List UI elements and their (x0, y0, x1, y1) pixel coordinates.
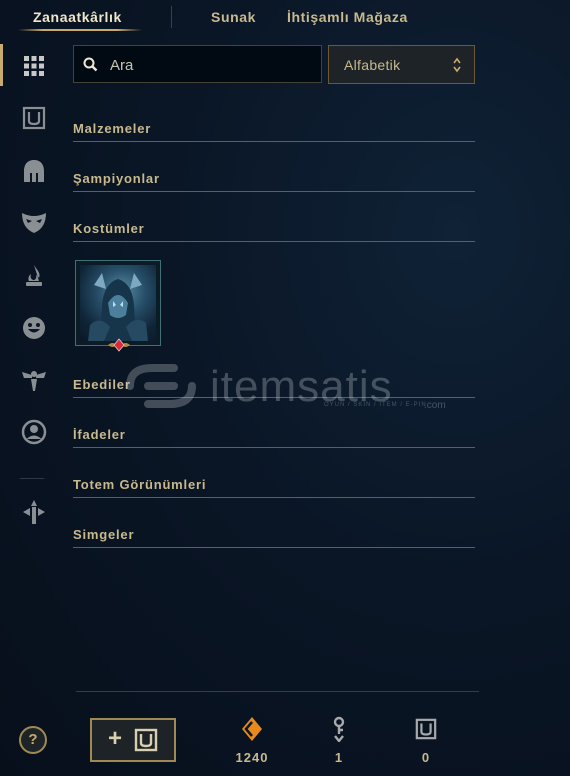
rarity-gem-icon (108, 338, 130, 352)
profile-icon[interactable] (20, 418, 48, 446)
dropdown-arrows-icon (452, 57, 462, 78)
orange-essence-counter: 1240 (222, 714, 282, 765)
ward-icon[interactable] (20, 366, 48, 394)
key-value: 1 (334, 750, 344, 765)
skin-portrait (80, 265, 156, 341)
section-icons[interactable]: Simgeler (73, 525, 475, 548)
top-navigation: Zanaatkârlık Sunak İhtişamlı Mağaza (0, 0, 570, 36)
add-chest-button[interactable]: + (90, 718, 176, 762)
search-icon (83, 57, 98, 77)
section-eternals[interactable]: Ebediler (73, 375, 475, 398)
watermark-suffix: .com (424, 400, 446, 411)
chest-value: 0 (421, 750, 431, 765)
chest-icon (396, 714, 456, 744)
section-skins[interactable]: Kostümler (73, 219, 475, 242)
section-materials[interactable]: Malzemeler (73, 119, 475, 142)
help-button[interactable]: ? (19, 726, 47, 754)
chest-icon (134, 728, 158, 757)
sidebar-active-indicator (0, 44, 3, 86)
footer-divider (76, 691, 479, 692)
search-box[interactable] (73, 45, 322, 83)
sort-dropdown[interactable]: Alfabetik (328, 45, 475, 84)
orange-essence-value: 1240 (235, 750, 269, 765)
key-icon (309, 714, 369, 744)
section-title: Simgeler (73, 527, 135, 542)
section-ward-skins[interactable]: Totem Görünümleri (73, 475, 475, 498)
section-title: Ebediler (73, 377, 131, 392)
search-input[interactable] (108, 54, 312, 76)
flame-icon[interactable] (20, 262, 48, 290)
arrows-icon[interactable] (20, 498, 48, 526)
section-title: Totem Görünümleri (73, 477, 207, 492)
chest-counter: 0 (396, 714, 456, 765)
chest-icon[interactable] (20, 104, 48, 132)
orange-essence-icon (222, 714, 282, 744)
smiley-icon[interactable] (20, 314, 48, 342)
tab-prestige-store[interactable]: İhtişamlı Mağaza (287, 9, 408, 25)
tab-altar[interactable]: Sunak (211, 9, 256, 25)
mask-icon[interactable] (20, 208, 48, 236)
watermark-tagline: OYUN / SKIN / ITEM / E-PIN (324, 402, 427, 408)
section-title: Kostümler (73, 221, 145, 236)
skin-item-frame (75, 260, 161, 346)
active-tab-indicator (18, 29, 142, 31)
plus-icon: + (108, 725, 123, 752)
section-champions[interactable]: Şampiyonlar (73, 169, 475, 192)
sort-selected-label: Alfabetik (344, 57, 401, 73)
helmet-icon[interactable] (20, 157, 48, 185)
sidebar-divider (20, 478, 44, 479)
key-counter: 1 (309, 714, 369, 765)
tab-crafting[interactable]: Zanaatkârlık (33, 9, 122, 25)
section-title: İfadeler (73, 427, 126, 442)
tab-divider (171, 6, 172, 28)
section-emotes[interactable]: İfadeler (73, 425, 475, 448)
grid-icon[interactable] (20, 52, 48, 80)
section-title: Şampiyonlar (73, 171, 160, 186)
section-title: Malzemeler (73, 121, 152, 136)
skin-item-card[interactable] (75, 260, 161, 352)
